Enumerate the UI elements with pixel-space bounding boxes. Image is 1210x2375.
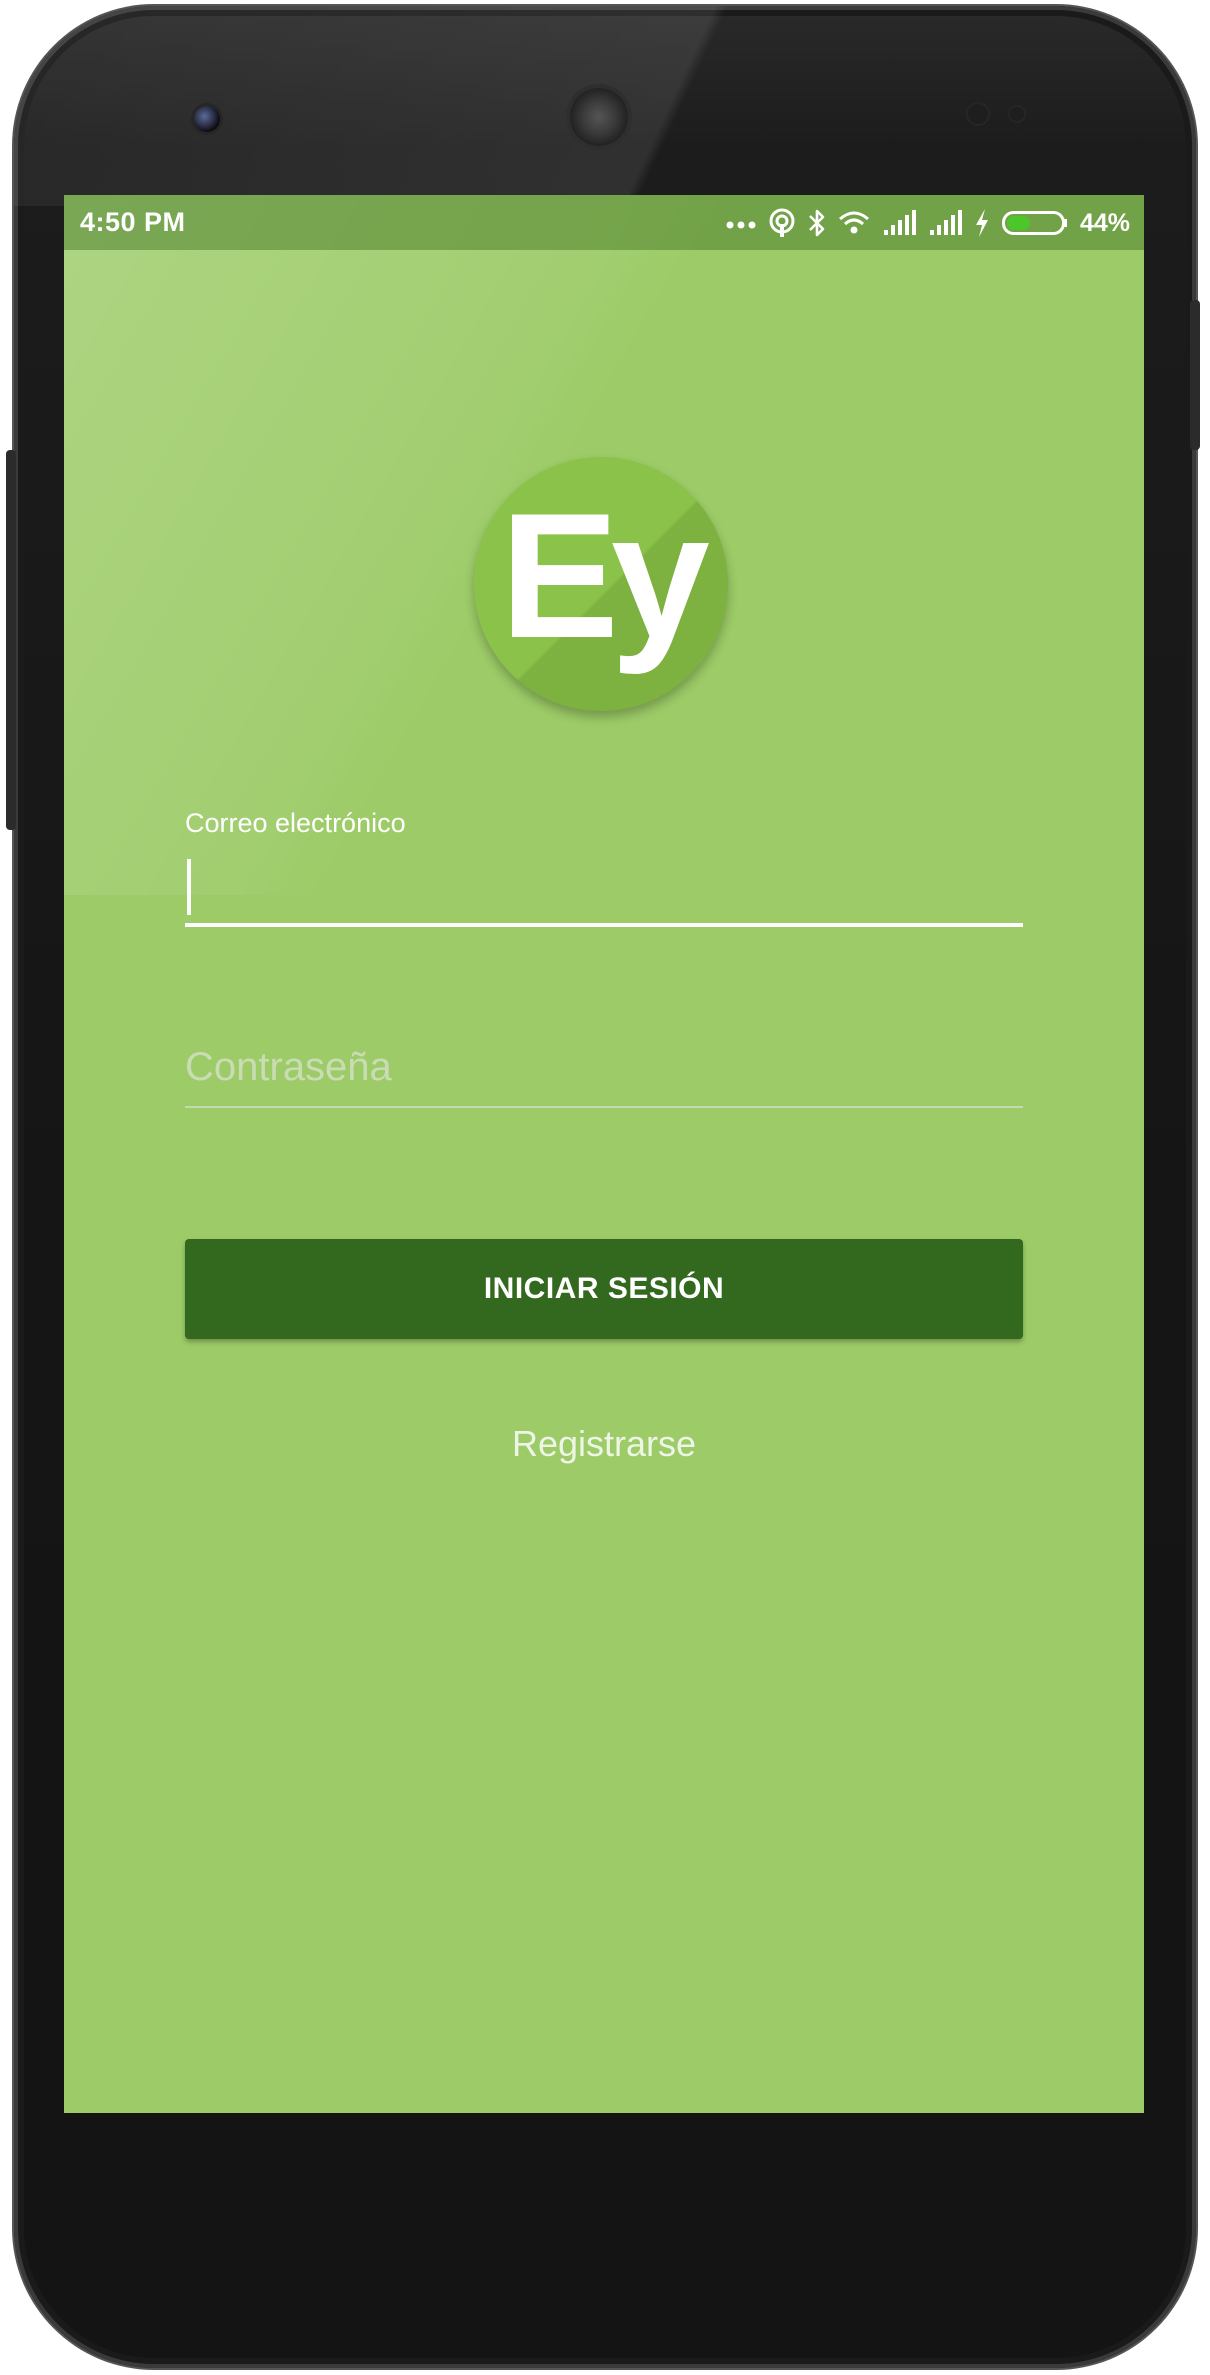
proximity-sensor [968,104,988,124]
password-underline [185,1106,1023,1108]
hotspot-icon [768,208,796,238]
app-logo: Ey [474,457,728,711]
text-caret [187,859,191,915]
login-button[interactable]: INICIAR SESIÓN [185,1239,1023,1339]
battery-icon [1001,210,1068,236]
app-screen: 4:50 PM 44% Ey Correo electrónico Contra… [64,195,1144,2113]
power-button [1190,300,1200,450]
front-camera [194,106,220,132]
signal-icon [928,210,962,236]
charging-bolt-icon [974,208,990,238]
status-time: 4:50 PM [80,207,186,237]
battery-percent: 44% [1079,208,1130,237]
earpiece-speaker [570,88,628,146]
wifi-icon [838,210,870,236]
password-placeholder: Contraseña [185,1045,392,1089]
volume-button [6,450,16,830]
bluetooth-icon [808,208,826,238]
email-underline [185,923,1023,927]
email-label: Correo electrónico [185,808,406,838]
register-link[interactable]: Registrarse [64,1423,1144,1465]
signal-icon [882,210,916,236]
logo-text: Ey [500,476,710,675]
status-bar: 4:50 PM 44% [64,195,1144,250]
status-icons: 44% [726,203,1130,243]
light-sensor [1010,107,1024,121]
more-dots-icon [726,217,756,229]
password-field[interactable]: Contraseña [185,1045,1023,1097]
email-field[interactable] [185,855,1023,917]
